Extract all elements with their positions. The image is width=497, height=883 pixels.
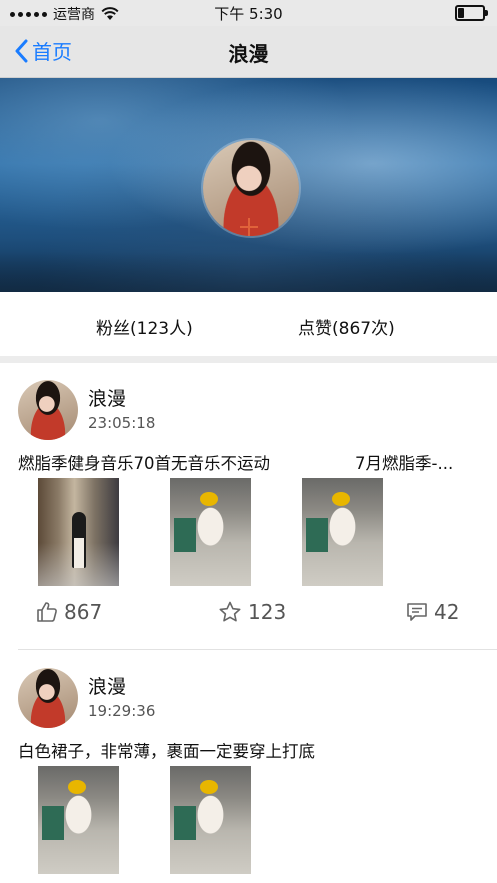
post-text: 白色裙子，非常薄，裹面一定要穿上打底 [18, 742, 315, 761]
post-text: 燃脂季健身音乐70首无音乐不运动 [18, 454, 270, 473]
post-image[interactable] [170, 478, 251, 586]
like-count: 867 [64, 600, 103, 624]
post-divider [18, 649, 497, 650]
post-actions: 867 123 42 [0, 600, 497, 630]
comment-button[interactable]: 42 [406, 600, 459, 624]
avatar[interactable] [18, 380, 78, 440]
page-title: 浪漫 [228, 42, 269, 66]
post-time: 19:29:36 [88, 702, 156, 720]
post-text-secondary: 7月燃脂季-... [355, 454, 454, 473]
favorite-count: 123 [248, 600, 287, 624]
nav-bar: 首页 浪漫 [0, 26, 497, 78]
section-divider [0, 356, 497, 363]
status-time: 下午 5:30 [214, 5, 283, 23]
post-image[interactable] [38, 766, 119, 874]
post-time: 23:05:18 [88, 414, 156, 432]
like-button[interactable]: 867 [36, 600, 102, 624]
favorite-button[interactable]: 123 [218, 600, 286, 624]
profile-stats: 粉丝(123人) 点赞(867次) [0, 292, 497, 356]
post-image[interactable] [302, 478, 383, 586]
fans-count[interactable]: 粉丝(123人) [96, 314, 193, 339]
comment-count: 42 [434, 600, 460, 624]
likes-count[interactable]: 点赞(867次) [298, 314, 395, 339]
post-author[interactable]: 浪漫 [88, 384, 126, 411]
post-author[interactable]: 浪漫 [88, 672, 126, 699]
status-bar: 运营商 下午 5:30 [0, 0, 497, 26]
avatar[interactable] [18, 668, 78, 728]
star-icon [219, 601, 241, 622]
plus-icon[interactable] [240, 218, 258, 236]
post-image[interactable] [38, 478, 119, 586]
battery-icon [455, 5, 488, 21]
profile-banner [0, 78, 497, 292]
post-image[interactable] [170, 766, 251, 874]
thumbs-up-icon [37, 602, 57, 622]
comment-icon [407, 603, 427, 621]
